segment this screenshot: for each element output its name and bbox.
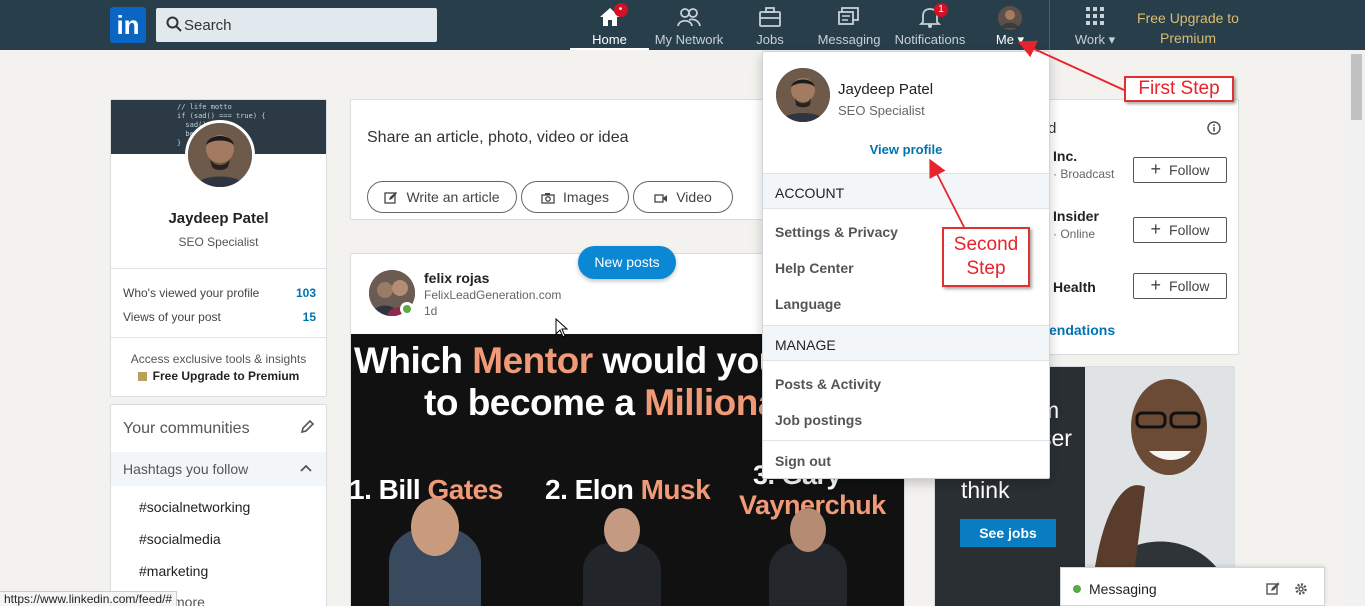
gear-icon[interactable] xyxy=(1294,582,1308,596)
annotation-second-step: Second Step xyxy=(942,227,1030,287)
scrollbar-thumb[interactable] xyxy=(1351,54,1362,120)
arrow-first-step xyxy=(1017,40,1125,91)
annotation-text: Second xyxy=(953,234,1019,255)
annotation-text: Step xyxy=(966,258,1006,279)
annotation-first-step: First Step xyxy=(1124,76,1234,102)
arrow-second-step xyxy=(929,158,965,228)
messaging-dock[interactable]: Messaging xyxy=(1060,567,1325,606)
browser-status-url: https://www.linkedin.com/feed/# xyxy=(0,591,178,606)
page-scrollbar[interactable] xyxy=(1348,50,1365,606)
messaging-dock-label: Messaging xyxy=(1089,581,1157,597)
compose-icon[interactable] xyxy=(1266,582,1280,596)
online-status-dot xyxy=(1073,585,1081,593)
mouse-cursor-icon xyxy=(555,318,569,338)
